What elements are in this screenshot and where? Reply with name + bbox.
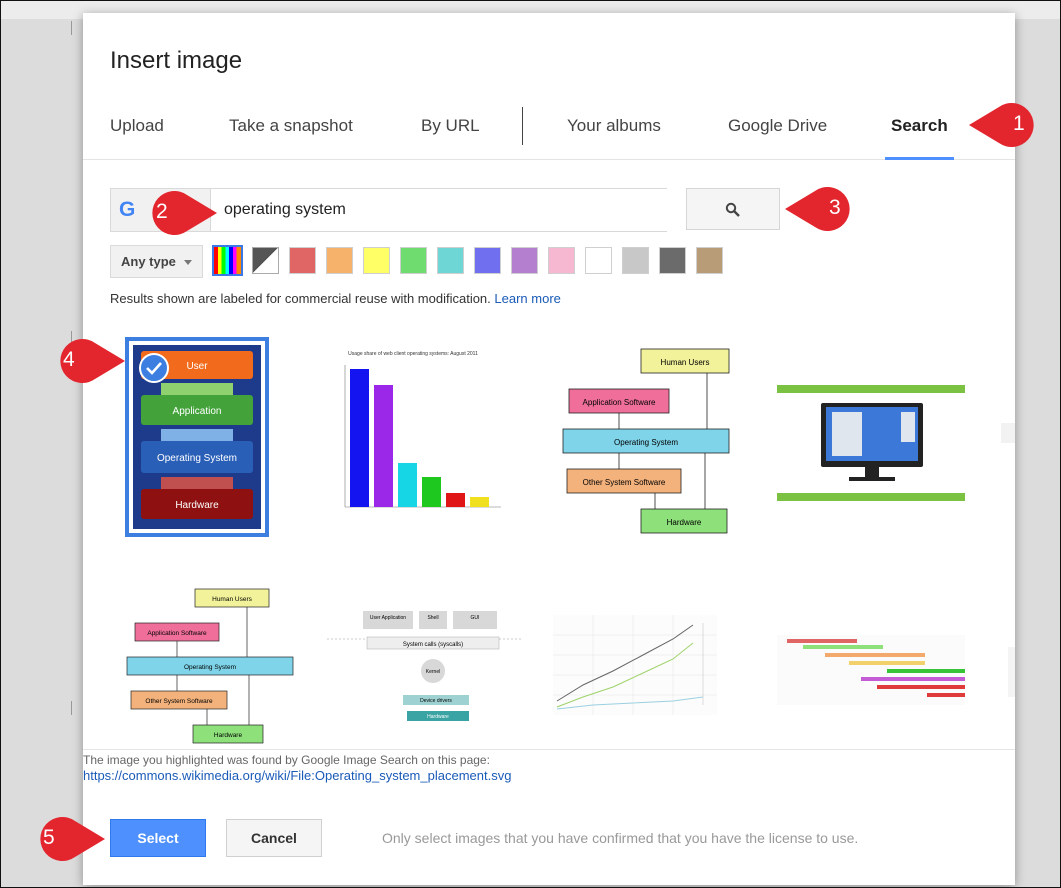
image-source-text: The image you highlighted was found by G…: [83, 753, 490, 767]
color-filter-swatch[interactable]: [326, 247, 353, 274]
tab-divider: [522, 107, 523, 145]
search-result-image[interactable]: User Application Shell GUI System calls …: [327, 609, 523, 725]
cancel-button[interactable]: Cancel: [226, 819, 322, 857]
desktop-monitor-thumbnail: [777, 385, 965, 501]
kernel-diagram-gui-label: GUI: [471, 615, 480, 621]
color-filter-swatch[interactable]: [511, 247, 538, 274]
color-filter-any[interactable]: [212, 245, 243, 276]
learn-more-link[interactable]: Learn more: [494, 291, 560, 306]
diagram-hardware-label: Hardware: [214, 732, 243, 739]
tab-upload[interactable]: Upload: [110, 115, 164, 159]
search-result-image[interactable]: [1001, 423, 1015, 443]
diagram-human-users-label: Human Users: [661, 358, 710, 367]
search-result-image[interactable]: Usage share of web client operating syst…: [323, 343, 503, 533]
search-result-image[interactable]: Human Users Application Software Operati…: [555, 345, 741, 535]
tab-search-label: Search: [891, 116, 948, 135]
diagram-hardware-label: Hardware: [667, 518, 702, 527]
kernel-diagram-drivers-label: Device drivers: [420, 698, 452, 704]
callout-number: 2: [156, 200, 168, 223]
color-filter-black-white[interactable]: [252, 247, 279, 274]
kernel-diagram-thumbnail: User Application Shell GUI System calls …: [327, 611, 523, 721]
callout-number: 5: [43, 826, 55, 849]
callout-4: 4: [35, 331, 127, 391]
search-result-image[interactable]: Human Users Application Software Operati…: [123, 585, 313, 747]
diagram-os-label: Operating System: [614, 438, 678, 447]
tab-take-snapshot[interactable]: Take a snapshot: [229, 115, 353, 159]
color-filter-swatch[interactable]: [548, 247, 575, 274]
tab-by-url[interactable]: By URL: [421, 115, 480, 159]
callout-5: 5: [15, 809, 107, 869]
kernel-diagram-user-app-label: User Application: [370, 615, 406, 621]
image-source-link[interactable]: https://commons.wikimedia.org/wiki/File:…: [83, 768, 511, 783]
line-chart-thumbnail: [553, 615, 717, 715]
search-result-image[interactable]: [1008, 647, 1015, 697]
callout-2: 2: [129, 183, 219, 243]
callout-3: 3: [783, 179, 873, 239]
search-results-grid: User Application Operating System Hardwa…: [83, 323, 1015, 759]
diagram-app-software-label: Application Software: [583, 398, 656, 407]
background-ruler-mark: [71, 701, 72, 715]
os-placement-diagram-thumbnail: Human Users Application Software Operati…: [562, 348, 730, 534]
diagram-os-label: Operating System: [184, 664, 236, 671]
type-filter-dropdown[interactable]: Any type: [110, 245, 203, 278]
color-filter-swatch[interactable]: [696, 247, 723, 274]
kernel-diagram-shell-label: Shell: [427, 615, 438, 621]
os-placement-diagram-thumbnail: Human Users Application Software Operati…: [126, 588, 294, 744]
search-button[interactable]: [686, 188, 780, 230]
color-filter-swatch[interactable]: [474, 247, 501, 274]
tab-google-drive[interactable]: Google Drive: [728, 115, 827, 159]
color-filter-swatch[interactable]: [659, 247, 686, 274]
callout-1: 1: [967, 95, 1057, 155]
active-tab-indicator: [885, 157, 954, 160]
kernel-diagram-syscall-label: System calls (syscalls): [403, 642, 463, 648]
dropdown-arrow-icon: [184, 260, 192, 265]
diagram-human-users-label: Human Users: [212, 596, 252, 603]
type-filter-label: Any type: [121, 254, 176, 269]
gantt-chart-thumbnail: [777, 635, 965, 705]
diagram-other-software-label: Other System Software: [145, 698, 213, 705]
select-button[interactable]: Select: [110, 819, 206, 857]
kernel-diagram-kernel-label: Kernel: [426, 669, 440, 675]
chart-thumbnail-title: Usage share of web client operating syst…: [348, 351, 478, 357]
callout-number: 4: [63, 348, 75, 371]
color-filter-swatch[interactable]: [437, 247, 464, 274]
search-result-image[interactable]: [777, 385, 965, 501]
screenshot-frame: Insert image Upload Take a snapshot By U…: [0, 0, 1061, 888]
background-ruler-mark: [71, 21, 72, 35]
tab-bar: Upload Take a snapshot By URL Your album…: [83, 107, 1015, 160]
search-input[interactable]: [218, 189, 670, 231]
color-filter-swatch[interactable]: [400, 247, 427, 274]
color-filter-swatch[interactable]: [289, 247, 316, 274]
license-note-text: Results shown are labeled for commercial…: [110, 291, 491, 306]
diagram-other-software-label: Other System Software: [583, 478, 666, 487]
license-note: Results shown are labeled for commercial…: [110, 291, 561, 306]
callout-number: 1: [1013, 112, 1025, 135]
diagram-app-software-label: Application Software: [147, 630, 207, 637]
license-warning: Only select images that you have confirm…: [382, 830, 859, 846]
callout-number: 3: [829, 196, 841, 219]
color-filter-swatch[interactable]: [363, 247, 390, 274]
os-usage-bar-chart-thumbnail: Usage share of web client operating syst…: [344, 351, 501, 508]
insert-image-dialog: Insert image Upload Take a snapshot By U…: [83, 13, 1015, 885]
color-filter-swatch[interactable]: [585, 247, 612, 274]
selected-check-icon: [139, 353, 169, 383]
search-result-image[interactable]: [777, 635, 965, 705]
image-source-note: The image you highlighted was found by G…: [83, 749, 1015, 784]
color-filter-swatch[interactable]: [622, 247, 649, 274]
search-result-image[interactable]: [553, 615, 717, 715]
kernel-diagram-hardware-label: Hardware: [427, 714, 449, 720]
magnifier-icon: [725, 202, 740, 217]
tab-search[interactable]: Search: [885, 115, 954, 160]
dialog-title: Insert image: [110, 47, 243, 74]
tab-your-albums[interactable]: Your albums: [567, 115, 661, 159]
